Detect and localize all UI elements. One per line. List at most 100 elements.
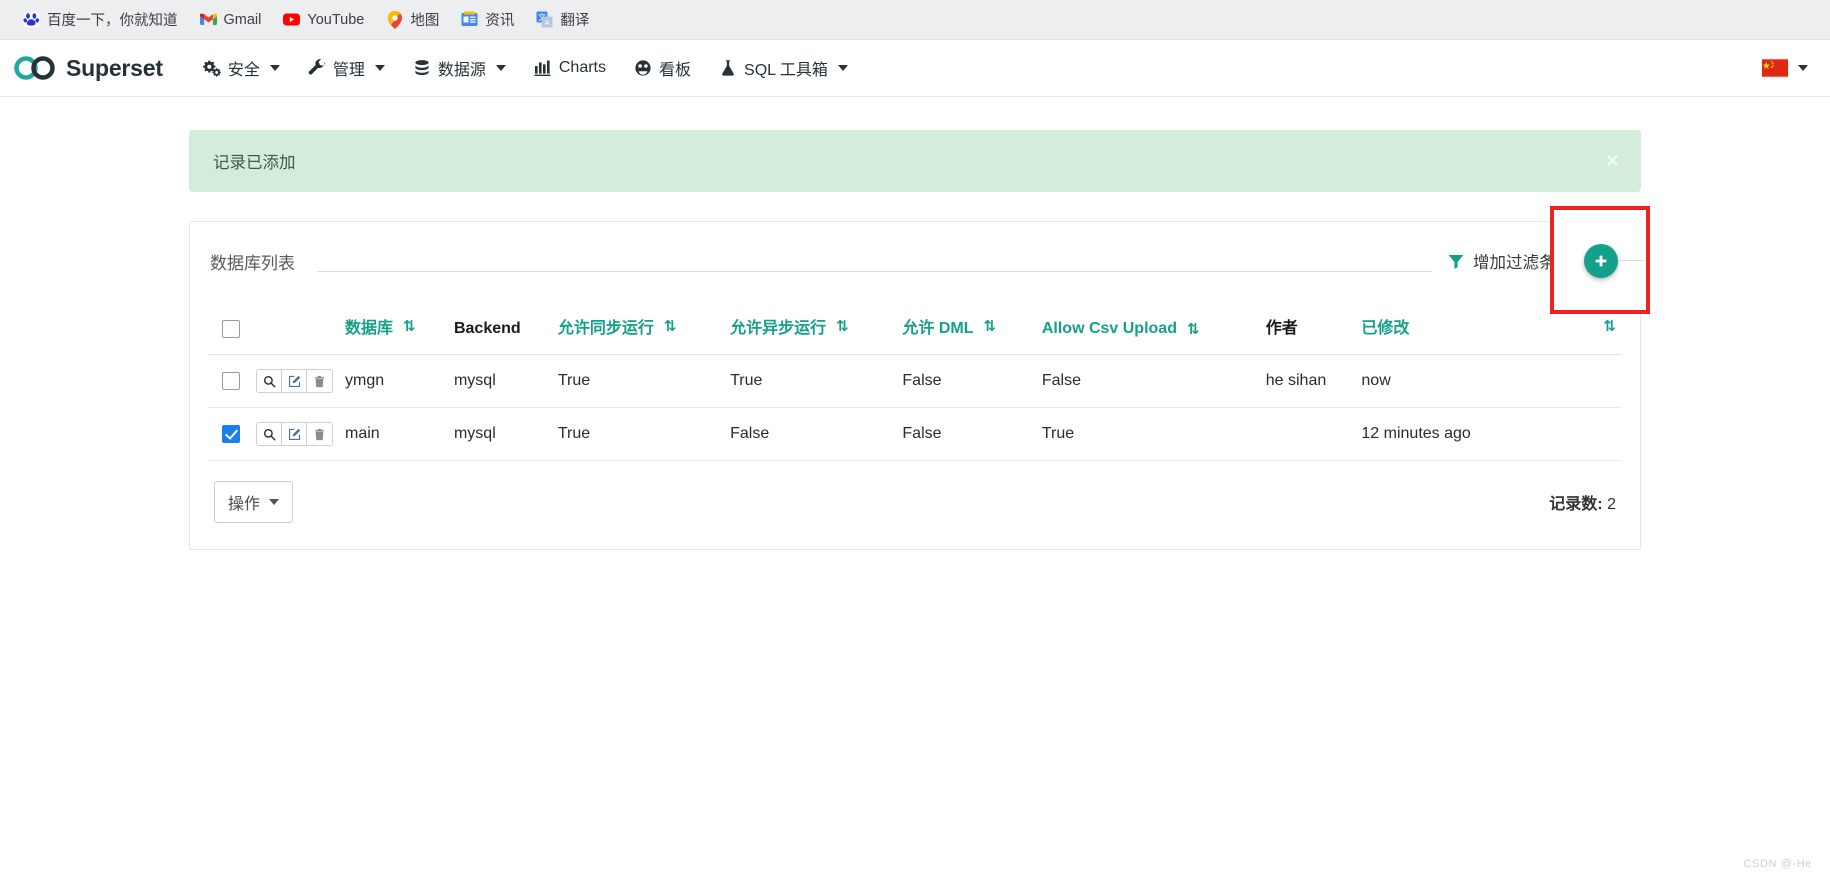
cell-modified: 12 minutes ago: [1355, 407, 1622, 461]
panel-header: 数据库列表 增加过滤条件: [208, 206, 1650, 314]
nav-item-sql-lab[interactable]: SQL 工具箱: [705, 48, 862, 88]
record-count-label: 记录数:: [1549, 496, 1603, 513]
navbar-language-switcher[interactable]: [1762, 59, 1812, 77]
row-checkbox[interactable]: [222, 371, 240, 390]
bookmark-label: 百度一下，你就知道: [47, 13, 178, 29]
bookmark-label: 资讯: [485, 13, 515, 29]
gmail-icon: [199, 11, 217, 28]
nav-item-label: 看板: [659, 62, 692, 79]
google-translate-icon: 文 A: [536, 11, 553, 28]
nav-item-manage[interactable]: 管理: [294, 48, 399, 88]
th-allow-csv-upload: Allow Csv Upload ⇅: [1035, 304, 1260, 355]
sort-modified-icon[interactable]: ⇅: [1603, 319, 1616, 334]
cell-actions: [250, 407, 339, 461]
bookmark-youtube[interactable]: YouTube: [272, 7, 375, 32]
sort-allow-csv-upload-icon[interactable]: ⇅: [1187, 322, 1200, 337]
nav-item-dashboard[interactable]: 看板: [620, 48, 705, 88]
bookmark-label: Gmail: [223, 11, 262, 28]
edit-record-button[interactable]: [282, 423, 307, 445]
navbar-menu: 安全 管理 数据源 Charts 看板 SQL 工具箱: [189, 48, 862, 88]
table-header-row: 数据库 ⇅ Backend 允许同步运行 ⇅ 允许异步运行 ⇅ 允许 DML ⇅…: [208, 304, 1622, 355]
nav-item-label: 数据源: [437, 62, 486, 79]
success-alert: 记录已添加 ×: [189, 130, 1641, 192]
nav-item-label: 安全: [227, 62, 260, 79]
plus-icon: [1593, 253, 1609, 269]
cell-backend: mysql: [447, 407, 552, 461]
chevron-down-icon: [269, 499, 280, 505]
superset-logo-icon: [14, 56, 56, 80]
sort-allow-run-async-icon[interactable]: ⇅: [836, 319, 849, 334]
chevron-down-icon: [269, 65, 280, 71]
th-allow-run-sync-label[interactable]: 允许同步运行: [558, 314, 654, 338]
cell-database: ymgn: [339, 354, 448, 408]
add-database-wrapper: [1550, 206, 1650, 314]
nav-item-charts[interactable]: Charts: [520, 51, 620, 85]
nav-item-datasource[interactable]: 数据源: [399, 48, 520, 88]
th-allow-csv-upload-label[interactable]: Allow Csv Upload: [1042, 320, 1177, 338]
cell-allow-csv-upload: False: [1035, 354, 1260, 408]
table-footer: 操作 记录数: 2: [208, 481, 1622, 523]
dashboard-icon: [634, 59, 652, 77]
sort-allow-run-sync-icon[interactable]: ⇅: [664, 319, 677, 334]
bookmark-translate[interactable]: 文 A 翻译: [525, 5, 600, 34]
panel-title: 数据库列表: [210, 253, 295, 273]
th-author-label: 作者: [1265, 320, 1298, 337]
alert-close-icon[interactable]: ×: [1606, 150, 1619, 172]
nav-item-security[interactable]: 安全: [189, 48, 294, 88]
cell-allow-run-async: False: [724, 407, 897, 461]
gears-icon: [202, 59, 221, 77]
page-body: 记录已添加 × 数据库列表 增加过滤条件 数据库 ⇅ Backend 允许同步运…: [0, 97, 1830, 878]
funnel-icon: [1448, 254, 1464, 269]
bookmark-news[interactable]: 资讯: [450, 5, 525, 34]
cell-author: [1259, 407, 1356, 461]
nav-item-label: 管理: [332, 62, 365, 79]
cell-backend: mysql: [447, 354, 552, 408]
th-author: 作者: [1259, 304, 1356, 355]
bookmark-label: YouTube: [307, 11, 365, 28]
watermark: CSDN @-He: [1743, 858, 1812, 870]
th-backend-label: Backend: [453, 320, 521, 337]
add-database-button[interactable]: [1584, 244, 1618, 278]
bookmark-gmail[interactable]: Gmail: [189, 7, 273, 32]
sort-allow-dml-icon[interactable]: ⇅: [984, 319, 997, 334]
baidu-icon: [23, 11, 40, 28]
th-database-label[interactable]: 数据库: [345, 314, 393, 338]
row-action-group: [256, 422, 333, 446]
show-record-button[interactable]: [257, 423, 282, 445]
th-modified-label[interactable]: 已修改: [1361, 314, 1409, 338]
th-allow-run-sync: 允许同步运行 ⇅: [551, 304, 725, 355]
th-allow-dml-label[interactable]: 允许 DML: [902, 314, 973, 338]
delete-record-button[interactable]: [307, 370, 332, 392]
th-allow-dml: 允许 DML ⇅: [896, 304, 1036, 355]
row-checkbox[interactable]: [222, 424, 240, 443]
show-record-button[interactable]: [257, 370, 282, 392]
flask-icon: [719, 59, 737, 77]
brand-home-link[interactable]: Superset: [14, 55, 163, 82]
delete-record-button[interactable]: [307, 423, 332, 445]
th-allow-run-async: 允许异步运行 ⇅: [724, 304, 897, 355]
bulk-actions-dropdown[interactable]: 操作: [214, 481, 294, 523]
nav-item-label: Charts: [558, 59, 606, 76]
database-icon: [413, 59, 431, 77]
brand-title: Superset: [66, 54, 163, 81]
cell-select: [208, 407, 250, 461]
select-all-checkbox[interactable]: [222, 319, 240, 338]
header-divider: [317, 270, 1432, 272]
add-filter-button[interactable]: 增加过滤条件: [1438, 249, 1580, 273]
chevron-down-icon: [1798, 65, 1808, 71]
youtube-icon: [283, 11, 301, 28]
edit-record-button[interactable]: [282, 370, 307, 392]
record-count-value: 2: [1607, 496, 1616, 513]
cell-allow-dml: False: [896, 407, 1036, 461]
google-news-icon: [461, 11, 478, 28]
database-list-panel: 数据库列表 增加过滤条件 数据库 ⇅ Backend 允许同步运行 ⇅ 允许异步…: [189, 206, 1650, 550]
svg-text:A: A: [545, 18, 550, 27]
bookmark-baidu[interactable]: 百度一下，你就知道: [12, 5, 189, 34]
bookmark-maps[interactable]: 地图: [375, 5, 450, 34]
sort-database-icon[interactable]: ⇅: [403, 319, 416, 334]
th-database: 数据库 ⇅: [339, 304, 448, 355]
cell-author[interactable]: he sihan: [1259, 354, 1356, 408]
browser-bookmarks-bar: 百度一下，你就知道 Gmail YouTube 地图 资讯 A 翻译: [0, 0, 1830, 40]
th-allow-run-async-label[interactable]: 允许异步运行: [730, 314, 826, 338]
cell-modified: now: [1355, 354, 1622, 408]
